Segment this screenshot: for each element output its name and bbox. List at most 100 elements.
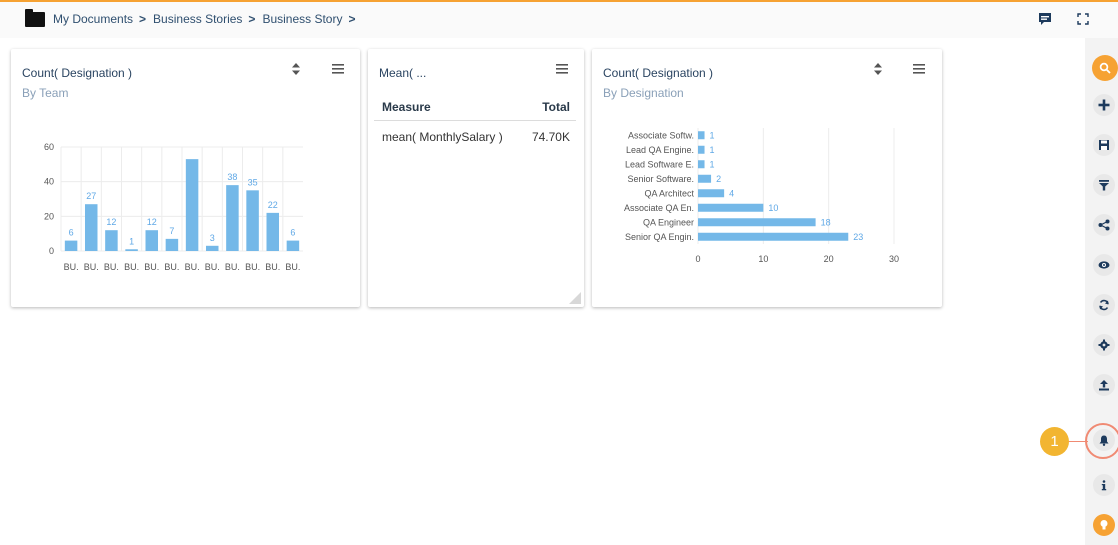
x-tick-label: BU. bbox=[265, 262, 280, 272]
y-tick-label: Senior Software. bbox=[627, 174, 694, 184]
bar bbox=[125, 249, 138, 251]
menu-icon[interactable] bbox=[555, 62, 569, 76]
filter-button[interactable] bbox=[1093, 174, 1115, 196]
mean-table-card: Mean( ... Measure Total mean( MonthlySal… bbox=[368, 49, 584, 307]
x-tick-label: BU. bbox=[205, 262, 220, 272]
settings-button[interactable] bbox=[1093, 334, 1115, 356]
save-icon bbox=[1099, 140, 1109, 150]
data-label: 12 bbox=[106, 217, 116, 227]
x-tick-label: BU. bbox=[285, 262, 300, 272]
chevron-right-icon: > bbox=[248, 12, 256, 26]
x-tick-label: BU. bbox=[64, 262, 79, 272]
data-label: 23 bbox=[853, 232, 863, 242]
y-tick-label: 20 bbox=[44, 211, 54, 221]
bar bbox=[286, 240, 300, 251]
x-tick-label: BU. bbox=[144, 262, 159, 272]
breadcrumb-business-stories[interactable]: Business Stories bbox=[153, 12, 242, 26]
bar bbox=[205, 245, 219, 251]
callout-connector bbox=[1068, 441, 1088, 442]
info-button[interactable] bbox=[1093, 474, 1115, 496]
right-toolbar bbox=[1085, 38, 1118, 545]
bar bbox=[698, 160, 705, 169]
data-label: 27 bbox=[86, 191, 96, 201]
chevron-right-icon: > bbox=[139, 12, 147, 26]
bulb-icon bbox=[1100, 520, 1108, 530]
y-tick-label: 60 bbox=[44, 142, 54, 152]
data-label: 22 bbox=[268, 200, 278, 210]
data-label: 4 bbox=[729, 188, 734, 198]
team-bar-chart: 0 20 40 60 6 BU. 27 BU. 12 BU. 1 BU. 12 BU. 7 BU. BU. 3 BU… bbox=[44, 142, 303, 272]
breadcrumb-business-story[interactable]: Business Story bbox=[262, 12, 342, 26]
export-button[interactable] bbox=[1093, 374, 1115, 396]
comment-icon[interactable] bbox=[1037, 11, 1053, 27]
share-button[interactable] bbox=[1093, 214, 1115, 236]
data-label: 6 bbox=[69, 228, 74, 238]
bar bbox=[698, 203, 764, 212]
preview-button[interactable] bbox=[1093, 254, 1115, 276]
x-tick-label: 30 bbox=[889, 254, 899, 264]
data-label: 1 bbox=[710, 159, 715, 169]
x-tick-label: BU. bbox=[185, 262, 200, 272]
column-header-measure[interactable]: Measure bbox=[382, 100, 431, 114]
filter-icon bbox=[1099, 180, 1109, 191]
bar bbox=[84, 204, 98, 251]
data-label: 7 bbox=[169, 226, 174, 236]
column-header-total[interactable]: Total bbox=[542, 100, 570, 114]
refresh-button[interactable] bbox=[1093, 294, 1115, 316]
data-label: 3 bbox=[210, 233, 215, 243]
x-tick-label: BU. bbox=[84, 262, 99, 272]
bar bbox=[165, 238, 179, 251]
bar bbox=[698, 232, 849, 241]
y-tick-label: Lead Software E. bbox=[625, 159, 694, 169]
bar bbox=[246, 190, 259, 251]
top-bar: My Documents > Business Stories > Business S… bbox=[0, 0, 1118, 38]
x-tick-label: BU. bbox=[245, 262, 260, 272]
bar bbox=[266, 212, 280, 251]
data-label: 35 bbox=[248, 177, 258, 187]
search-button[interactable] bbox=[1092, 55, 1118, 81]
bar bbox=[698, 189, 725, 198]
x-tick-label: 0 bbox=[695, 254, 700, 264]
bar bbox=[226, 185, 239, 251]
y-tick-label: Senior QA Engin. bbox=[625, 232, 694, 242]
data-label: 1 bbox=[710, 145, 715, 155]
y-tick-label: QA Architect bbox=[644, 188, 694, 198]
cell-measure: mean( MonthlySalary ) bbox=[382, 130, 503, 144]
y-tick-label: 40 bbox=[44, 177, 54, 187]
dashboard-canvas: Count( Designation ) By Team 0 20 40 60 6 BU.… bbox=[0, 38, 1085, 545]
data-label: 1 bbox=[129, 236, 134, 246]
table-row: mean( MonthlySalary ) 74.70K bbox=[374, 121, 576, 151]
data-label: 1 bbox=[710, 130, 715, 140]
resize-handle-icon[interactable] bbox=[569, 292, 581, 304]
bar bbox=[64, 240, 78, 251]
designation-chart-card: Count( Designation ) By Designation 0 10 2… bbox=[592, 49, 942, 307]
chevron-right-icon: > bbox=[348, 12, 356, 26]
y-tick-label: Associate Softw. bbox=[628, 130, 694, 140]
data-label: 6 bbox=[290, 228, 295, 238]
bar bbox=[105, 230, 118, 251]
data-label: 12 bbox=[147, 217, 157, 227]
callout-badge: 1 bbox=[1040, 427, 1069, 456]
export-icon bbox=[1099, 380, 1109, 391]
tips-button[interactable] bbox=[1093, 514, 1115, 536]
data-label: 38 bbox=[227, 172, 237, 182]
share-icon bbox=[1098, 219, 1110, 231]
save-button[interactable] bbox=[1093, 134, 1115, 156]
breadcrumb: My Documents > Business Stories > Business S… bbox=[53, 12, 363, 26]
y-tick-label: Associate QA En. bbox=[624, 203, 694, 213]
table-header: Measure Total bbox=[374, 91, 576, 121]
breadcrumb-my-documents[interactable]: My Documents bbox=[53, 12, 133, 26]
x-tick-label: 10 bbox=[758, 254, 768, 264]
info-icon bbox=[1101, 480, 1107, 491]
cell-total: 74.70K bbox=[531, 130, 570, 144]
fullscreen-icon[interactable] bbox=[1075, 11, 1091, 27]
y-tick-label: QA Engineer bbox=[643, 217, 694, 227]
x-tick-label: BU. bbox=[124, 262, 139, 272]
x-tick-label: BU. bbox=[164, 262, 179, 272]
add-button[interactable] bbox=[1093, 94, 1115, 116]
eye-icon bbox=[1098, 261, 1110, 269]
card-title: Mean( ... bbox=[379, 66, 427, 80]
data-label: 2 bbox=[716, 174, 721, 184]
bar bbox=[145, 230, 159, 251]
settings-icon bbox=[1098, 339, 1110, 351]
